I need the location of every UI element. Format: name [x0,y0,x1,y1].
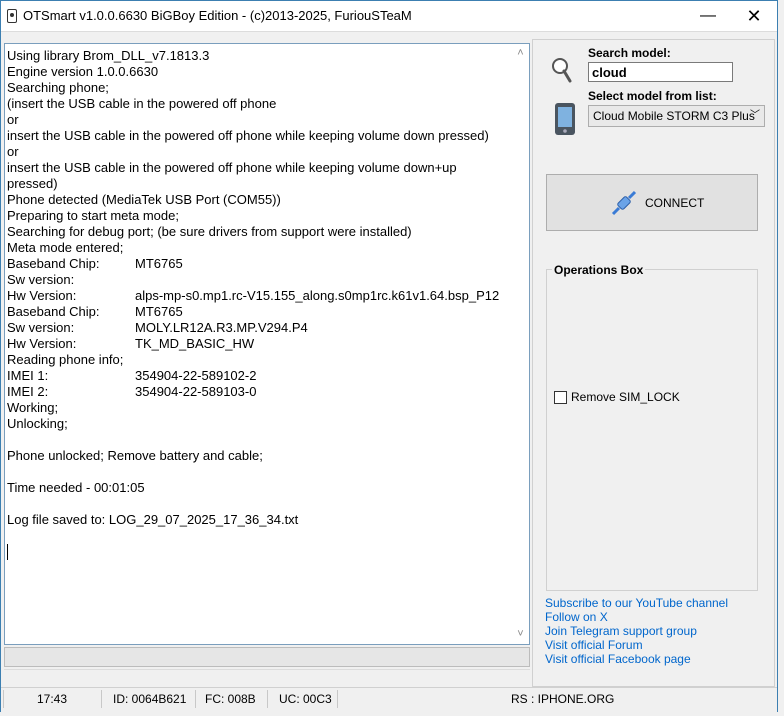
scroll-down-icon[interactable]: ˅ [515,629,526,640]
log-line-label: Hw Version: [7,336,77,351]
close-button[interactable]: ✕ [731,1,777,31]
log-line: Hw Version: alps-mp-s0.mp1.rc-V15.155_alo… [7,288,512,304]
log-line: insert the USB cable in the powered off … [7,128,489,143]
log-line: insert the USB cable in the powered off … [7,160,457,175]
log-line: Hw Version: TK_MD_BASIC_HW [7,336,512,352]
log-line: Time needed - 00:01:05 [7,480,145,495]
link-forum[interactable]: Visit official Forum [545,638,728,652]
title-bar[interactable]: OTSmart v1.0.0.6630 BiGBoy Edition - (c)… [1,1,777,32]
log-line: or [7,112,19,127]
log-line: Phone detected (MediaTek USB Port (COM55… [7,192,281,207]
log-line: Sw version: [7,272,512,288]
log-line: Unlocking; [7,416,68,431]
status-separator [267,690,268,708]
remove-simlock-checkbox[interactable] [554,391,567,404]
log-line: Reading phone info; [7,352,124,367]
scroll-up-icon[interactable]: ˄ [515,48,526,59]
log-line-label: Sw version: [7,272,75,287]
log-line: pressed) [7,176,58,191]
log-line: IMEI 1: 354904-22-589102-2 [7,368,512,384]
log-line: Engine version 1.0.0.6630 [7,64,159,79]
log-line-label: Hw Version: [7,288,77,303]
log-line: Log file saved to: LOG_29_07_2025_17_36_… [7,512,299,527]
log-line: Meta mode entered; [7,240,124,255]
log-line: or [7,144,19,159]
log-line-value: MT6765 [135,304,183,319]
status-fc: FC: 008B [205,692,256,706]
status-separator [195,690,196,708]
log-line-value: MOLY.LR12A.R3.MP.V294.P4 [135,320,308,335]
log-line-value: MT6765 [135,256,183,271]
log-line-label: Sw version: [7,320,75,335]
app-phone-icon [7,9,17,23]
log-line: Preparing to start meta mode; [7,208,179,223]
app-window: OTSmart v1.0.0.6630 BiGBoy Edition - (c)… [0,0,778,712]
link-telegram[interactable]: Join Telegram support group [545,624,728,638]
status-separator [101,690,102,708]
log-line-label: Baseband Chip: [7,304,100,319]
log-scrollbar[interactable]: ˄ ˅ [512,44,529,644]
model-dropdown-value: Cloud Mobile STORM C3 Plus [593,109,755,123]
log-line: Working; [7,400,59,415]
search-model-input[interactable] [588,62,733,82]
text-cursor [7,544,8,560]
log-line-value: 354904-22-589102-2 [135,368,257,383]
log-line: Using library Brom_DLL_v7.1813.3 [7,48,210,63]
log-line-value: TK_MD_BASIC_HW [135,336,255,351]
log-line: Searching phone; [7,80,109,95]
log-line: Baseband Chip: MT6765 [7,304,512,320]
select-model-label: Select model from list: [588,89,717,103]
status-bar: 17:43 ID: 0064B621 FC: 008B UC: 00C3 RS … [1,687,777,712]
log-footer-strip [4,669,530,688]
log-line-label: IMEI 1: [7,368,49,383]
status-time: 17:43 [37,692,68,706]
link-facebook[interactable]: Visit official Facebook page [545,652,728,666]
log-line-value: alps-mp-s0.mp1.rc-V15.155_along.s0mp1rc.… [135,288,500,303]
log-lines: Using library Brom_DLL_v7.1813.3 Engine v… [7,48,512,560]
link-x[interactable]: Follow on X [545,610,728,624]
window-title: OTSmart v1.0.0.6630 BiGBoy Edition - (c)… [23,8,412,23]
remove-simlock-label[interactable]: Remove SIM_LOCK [571,390,680,404]
log-line: IMEI 2: 354904-22-589103-0 [7,384,512,400]
log-line: Searching for debug port; (be sure drive… [7,224,412,239]
log-line-label: Baseband Chip: [7,256,100,271]
phone-icon [555,103,575,135]
search-model-label: Search model: [588,46,671,60]
connect-label: CONNECT [645,196,705,210]
connect-button[interactable]: CONNECT [546,174,758,231]
chevron-down-icon: ﹀ [750,110,760,121]
log-line: Sw version: MOLY.LR12A.R3.MP.V294.P4 [7,320,512,336]
status-rs: RS : IPHONE.ORG [511,692,615,706]
status-separator [337,690,338,708]
status-uc: UC: 00C3 [279,692,332,706]
log-caret-line [7,544,512,560]
status-separator [3,690,4,708]
log-line: (insert the USB cable in the powered off… [7,96,277,111]
log-line: Baseband Chip: MT6765 [7,256,512,272]
model-dropdown[interactable]: Cloud Mobile STORM C3 Plus ﹀ [588,105,765,127]
minimize-button[interactable]: — [685,1,731,31]
search-icon [552,58,572,83]
link-youtube[interactable]: Subscribe to our YouTube channel [545,596,728,610]
log-output[interactable]: Using library Brom_DLL_v7.1813.3 Engine v… [4,43,530,645]
operations-box [546,269,758,591]
log-line: Phone unlocked; Remove battery and cable… [7,448,263,463]
usb-plug-icon [611,190,637,216]
log-line-value: 354904-22-589103-0 [135,384,257,399]
links-list: Subscribe to our YouTube channel Follow … [545,596,728,666]
operations-box-title: Operations Box [552,263,646,277]
log-line-label: IMEI 2: [7,384,49,399]
status-id: ID: 0064B621 [113,692,187,706]
progress-bar [4,647,530,667]
